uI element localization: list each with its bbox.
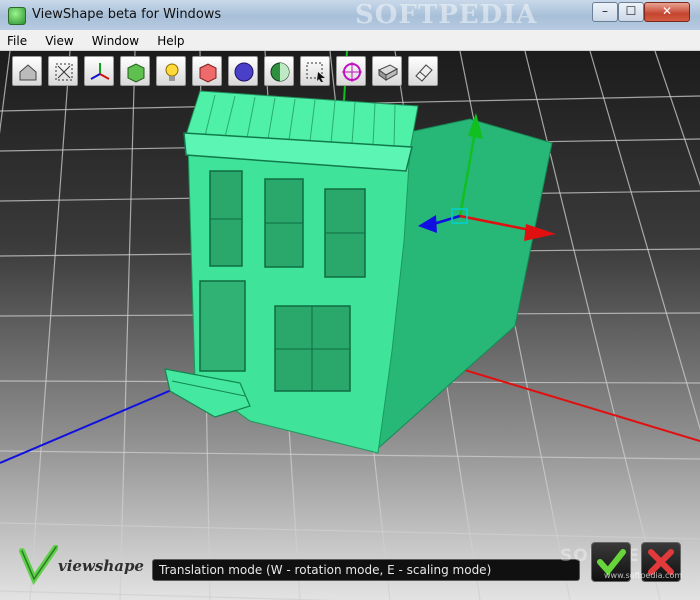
- viewshape-logo: viewshape: [18, 544, 144, 586]
- transform-gizmo-icon: [342, 62, 362, 82]
- textured-view-button[interactable]: [120, 56, 150, 86]
- textured-cube-icon: [127, 63, 145, 83]
- half-sphere-button[interactable]: [264, 56, 294, 86]
- watermark-text: SOFTPEDIA: [355, 0, 538, 30]
- split-sphere-icon: [270, 62, 290, 82]
- watermark-url: www.softpedia.com: [604, 571, 683, 580]
- shaded-cube-icon: [199, 63, 217, 83]
- select-tool-button[interactable]: [300, 56, 330, 86]
- eraser-button[interactable]: [408, 56, 438, 86]
- menu-window[interactable]: Window: [85, 31, 145, 48]
- scene-canvas[interactable]: [0, 51, 700, 600]
- sphere-icon: [234, 62, 254, 82]
- fit-view-button[interactable]: [48, 56, 78, 86]
- menu-file[interactable]: File: [0, 31, 33, 48]
- eraser-icon: [415, 64, 433, 82]
- shaded-view-button[interactable]: [192, 56, 222, 86]
- home-icon: [19, 64, 37, 81]
- light-bulb-icon: [165, 63, 179, 81]
- box-eraser-button[interactable]: [372, 56, 402, 86]
- minimize-button[interactable]: –: [592, 2, 618, 22]
- status-bar: Translation mode (W - rotation mode, E -…: [152, 559, 580, 581]
- home-view-button[interactable]: [12, 56, 42, 86]
- app-window: ViewShape beta for Windows SOFTPEDIA – ☐…: [0, 0, 700, 600]
- logo-text: viewshape: [58, 557, 144, 575]
- axes-icon: [90, 63, 110, 80]
- menu-help[interactable]: Help: [150, 31, 190, 48]
- selection-icon: [306, 62, 325, 82]
- menu-view[interactable]: View: [38, 31, 79, 48]
- menu-bar: File View Window Help: [0, 30, 700, 51]
- title-bar[interactable]: ViewShape beta for Windows SOFTPEDIA – ☐…: [0, 0, 700, 31]
- window-title: ViewShape beta for Windows: [32, 7, 222, 22]
- app-icon: [8, 7, 26, 25]
- logo-v-icon: [19, 544, 59, 586]
- maximize-button[interactable]: ☐: [618, 2, 644, 22]
- 3d-viewport[interactable]: viewshape Translation mode (W - rotation…: [0, 51, 700, 600]
- lighting-button[interactable]: [156, 56, 186, 86]
- eraser-box-icon: [378, 64, 399, 81]
- close-button[interactable]: ✕: [644, 2, 690, 22]
- transform-tool-button[interactable]: [336, 56, 366, 86]
- fit-view-icon: [55, 63, 73, 81]
- house-model[interactable]: [164, 90, 553, 454]
- axes-button[interactable]: [84, 56, 114, 86]
- sphere-view-button[interactable]: [228, 56, 258, 86]
